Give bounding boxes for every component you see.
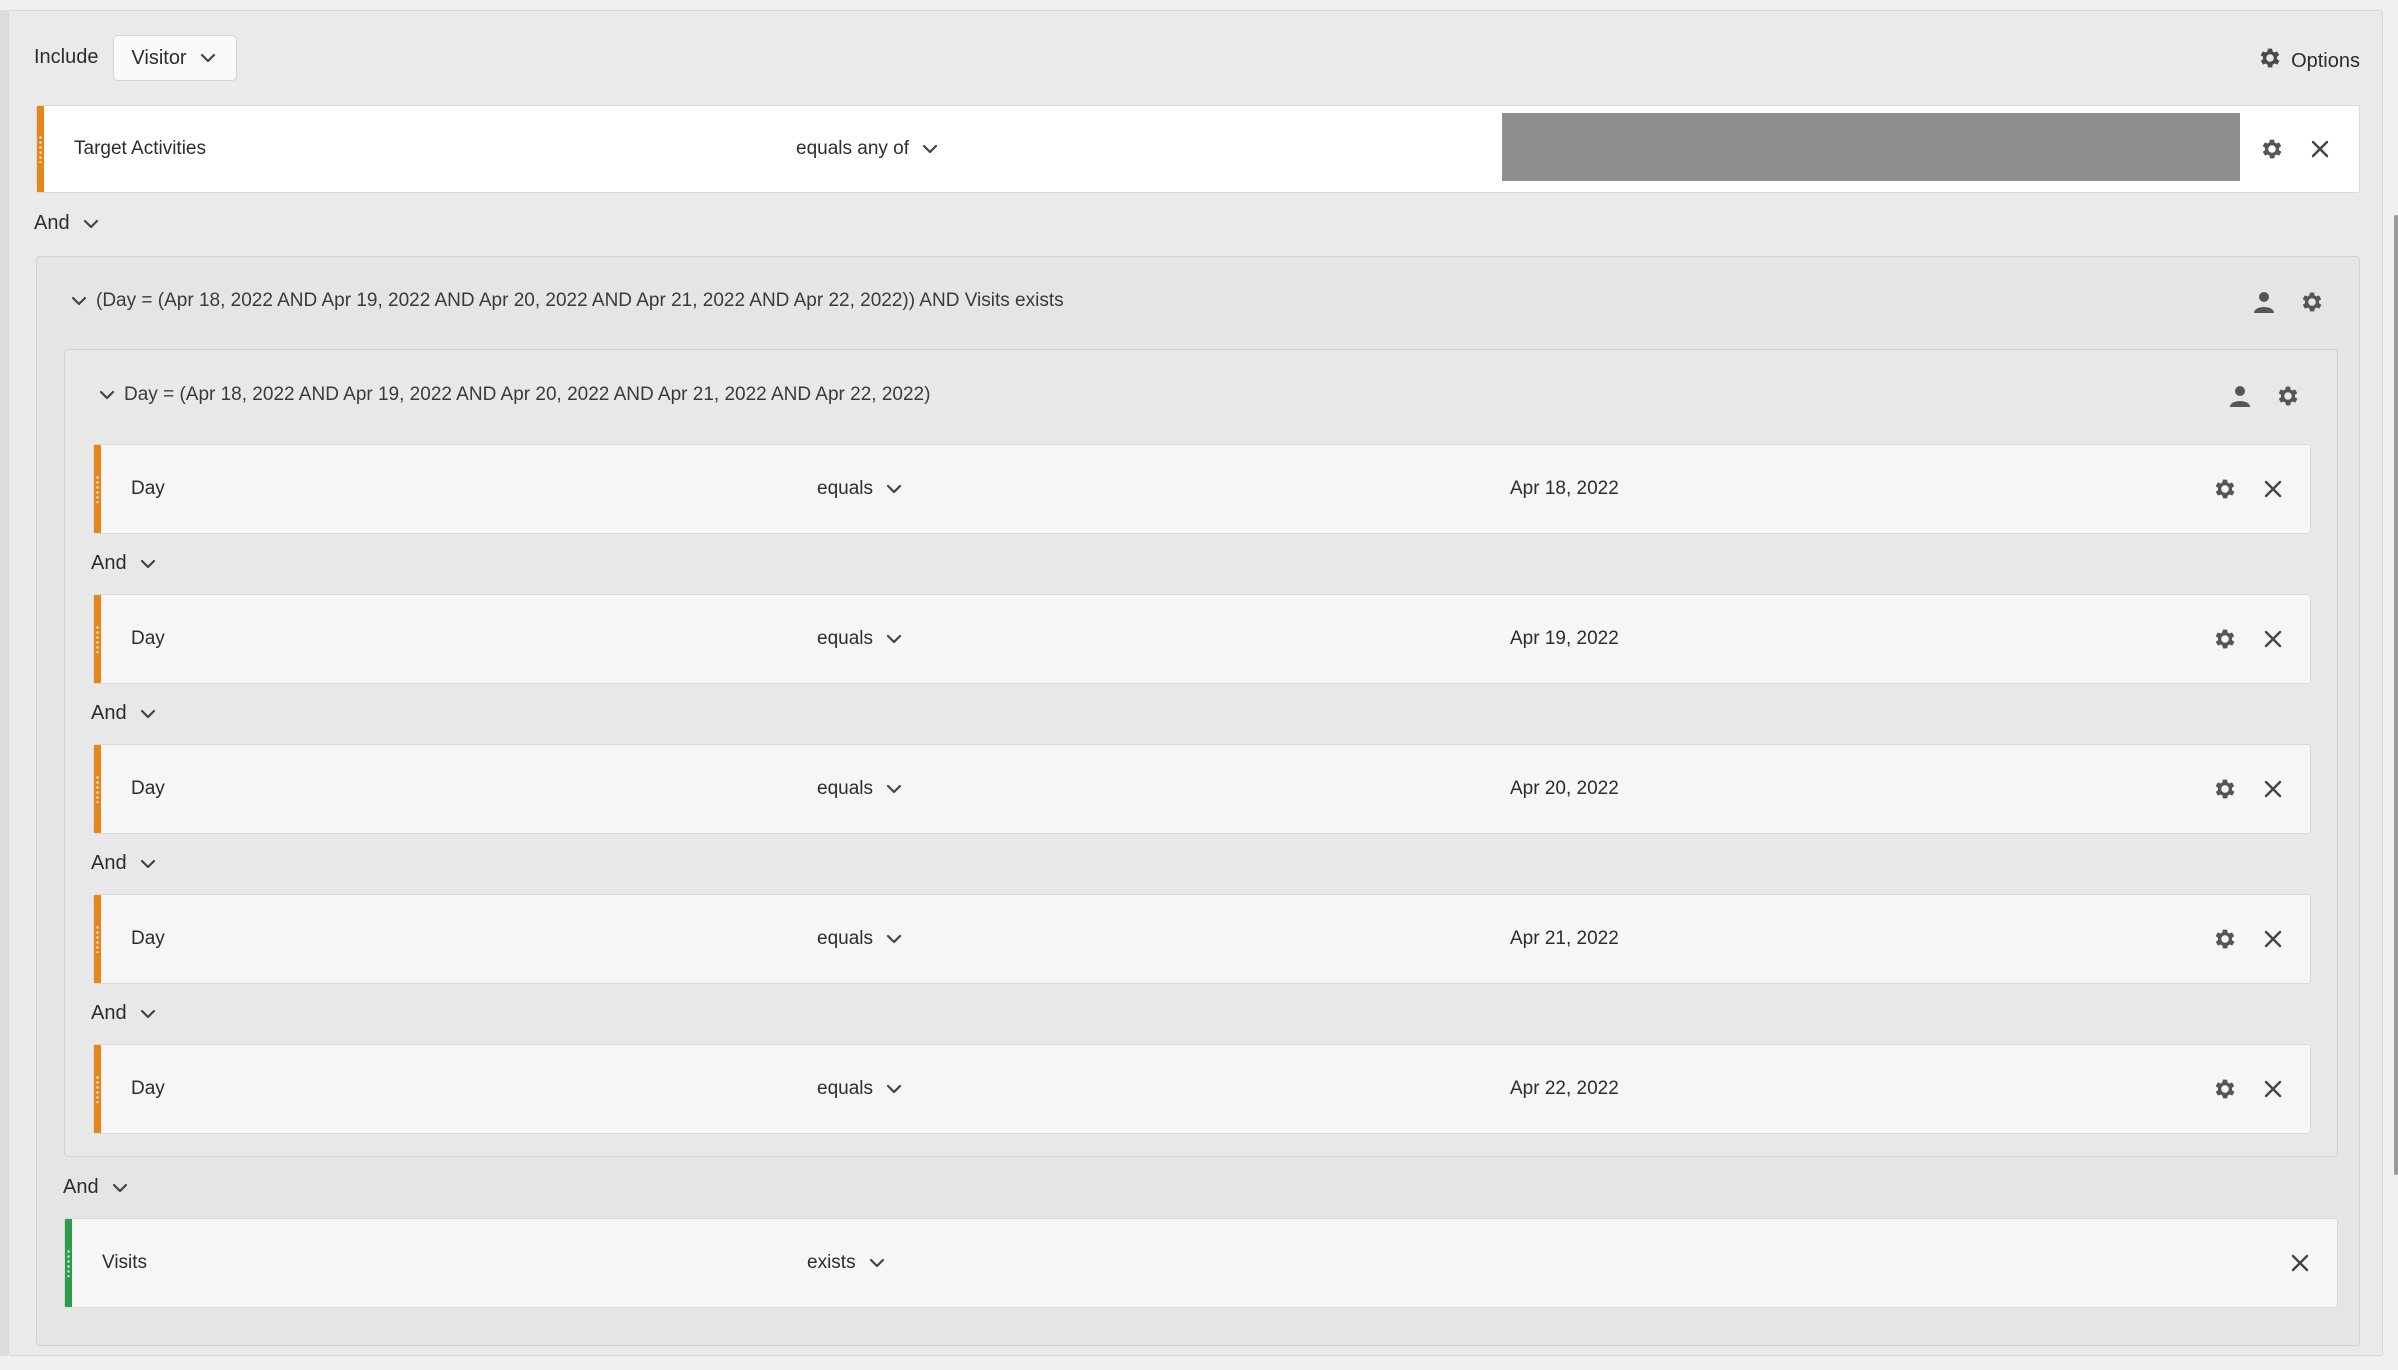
- drag-handle-icon[interactable]: [94, 745, 101, 833]
- drag-handle-icon[interactable]: [94, 1045, 101, 1133]
- operator-label: equals: [817, 1078, 873, 1099]
- gear-icon: [2257, 45, 2283, 77]
- chevron-down-icon: [883, 778, 905, 800]
- logic-operator-label: And: [63, 1176, 99, 1198]
- gear-icon[interactable]: [2275, 383, 2301, 409]
- close-icon[interactable]: [2260, 1076, 2286, 1102]
- logic-operator-label: And: [91, 702, 127, 724]
- drag-handle-icon[interactable]: [94, 445, 101, 533]
- chevron-down-icon: [80, 213, 102, 235]
- rule-dimension: Visits: [102, 1252, 148, 1273]
- chevron-down-icon: [68, 290, 90, 312]
- close-icon[interactable]: [2260, 626, 2286, 652]
- drag-handle-icon[interactable]: [37, 106, 44, 192]
- operator-dropdown[interactable]: equals: [817, 778, 905, 800]
- rule-value[interactable]: Apr 21, 2022: [1510, 928, 1619, 950]
- gear-icon[interactable]: [2212, 626, 2238, 652]
- rule-dimension: Day: [131, 628, 165, 649]
- chevron-down-icon: [137, 1003, 159, 1025]
- logic-operator-dropdown[interactable]: And: [91, 702, 159, 725]
- operator-dropdown[interactable]: equals any of: [796, 138, 941, 160]
- rule-row-day[interactable]: Day equals Apr 18, 2022: [93, 444, 2311, 534]
- logic-operator-dropdown[interactable]: And: [91, 552, 159, 575]
- operator-dropdown[interactable]: equals: [817, 928, 905, 950]
- operator-label: equals: [817, 478, 873, 499]
- gear-icon[interactable]: [2259, 136, 2285, 162]
- rule-dimension: Day: [131, 928, 165, 949]
- logic-operator-label: And: [91, 552, 127, 574]
- logic-operator-dropdown[interactable]: And: [91, 1002, 159, 1025]
- chevron-down-icon: [137, 703, 159, 725]
- rule-row-day[interactable]: Day equals Apr 19, 2022: [93, 594, 2311, 684]
- chevron-down-icon: [197, 47, 219, 69]
- rule-value[interactable]: Apr 19, 2022: [1510, 628, 1619, 650]
- operator-label: equals: [817, 628, 873, 649]
- scrollbar[interactable]: [2394, 215, 2398, 1175]
- chevron-down-icon: [109, 1177, 131, 1199]
- operator-label: exists: [807, 1252, 856, 1273]
- rule-dimension: Target Activities: [74, 138, 206, 159]
- gear-icon[interactable]: [2212, 926, 2238, 952]
- drag-handle-icon[interactable]: [94, 895, 101, 983]
- operator-label: equals any of: [796, 138, 910, 159]
- gear-icon[interactable]: [2212, 1076, 2238, 1102]
- chevron-down-icon: [919, 138, 941, 160]
- operator-dropdown[interactable]: equals: [817, 628, 905, 650]
- operator-dropdown[interactable]: exists: [807, 1252, 888, 1274]
- chevron-down-icon: [96, 384, 118, 406]
- redacted-value-field[interactable]: [1502, 113, 2240, 181]
- chevron-down-icon: [883, 928, 905, 950]
- scope-value: Visitor: [131, 46, 187, 69]
- close-icon[interactable]: [2307, 136, 2333, 162]
- rule-row-day[interactable]: Day equals Apr 22, 2022: [93, 1044, 2311, 1134]
- close-icon[interactable]: [2260, 476, 2286, 502]
- gear-icon[interactable]: [2212, 476, 2238, 502]
- chevron-down-icon: [883, 1078, 905, 1100]
- options-label: Options: [2291, 49, 2360, 72]
- rule-dimension: Day: [131, 778, 165, 799]
- close-icon[interactable]: [2260, 776, 2286, 802]
- rule-value[interactable]: Apr 22, 2022: [1510, 1078, 1619, 1100]
- logic-operator-label: And: [91, 1002, 127, 1024]
- outer-container-toggle[interactable]: (Day = (Apr 18, 2022 AND Apr 19, 2022 AN…: [68, 290, 1064, 312]
- drag-handle-icon[interactable]: [65, 1219, 72, 1307]
- logic-operator-label: And: [34, 212, 70, 234]
- person-icon[interactable]: [2227, 383, 2253, 409]
- operator-dropdown[interactable]: equals: [817, 1078, 905, 1100]
- gear-icon[interactable]: [2212, 776, 2238, 802]
- rule-value[interactable]: Apr 20, 2022: [1510, 778, 1619, 800]
- left-edge: [0, 10, 8, 1356]
- chevron-down-icon: [883, 628, 905, 650]
- chevron-down-icon: [137, 553, 159, 575]
- logic-operator-dropdown[interactable]: And: [91, 852, 159, 875]
- rule-row-visits[interactable]: Visits exists: [64, 1218, 2338, 1308]
- scope-dropdown[interactable]: Visitor: [113, 35, 237, 81]
- chevron-down-icon: [866, 1252, 888, 1274]
- gear-icon[interactable]: [2299, 289, 2325, 315]
- logic-operator-label: And: [91, 852, 127, 874]
- close-icon[interactable]: [2287, 1250, 2313, 1276]
- rule-row-day[interactable]: Day equals Apr 20, 2022: [93, 744, 2311, 834]
- drag-handle-icon[interactable]: [94, 595, 101, 683]
- person-icon[interactable]: [2251, 289, 2277, 315]
- rule-row-day[interactable]: Day equals Apr 21, 2022: [93, 894, 2311, 984]
- options-button[interactable]: Options: [2257, 45, 2360, 77]
- chevron-down-icon: [883, 478, 905, 500]
- rule-dimension: Day: [131, 1078, 165, 1099]
- outer-container-title: (Day = (Apr 18, 2022 AND Apr 19, 2022 AN…: [96, 290, 1064, 311]
- include-label: Include: [34, 46, 99, 68]
- operator-dropdown[interactable]: equals: [817, 478, 905, 500]
- close-icon[interactable]: [2260, 926, 2286, 952]
- operator-label: equals: [817, 928, 873, 949]
- chevron-down-icon: [137, 853, 159, 875]
- logic-operator-dropdown[interactable]: And: [34, 212, 102, 235]
- logic-operator-dropdown[interactable]: And: [63, 1176, 131, 1199]
- operator-label: equals: [817, 778, 873, 799]
- inner-container-title: Day = (Apr 18, 2022 AND Apr 19, 2022 AND…: [124, 384, 931, 405]
- inner-container-toggle[interactable]: Day = (Apr 18, 2022 AND Apr 19, 2022 AND…: [96, 384, 930, 406]
- rule-value[interactable]: Apr 18, 2022: [1510, 478, 1619, 500]
- rule-dimension: Day: [131, 478, 165, 499]
